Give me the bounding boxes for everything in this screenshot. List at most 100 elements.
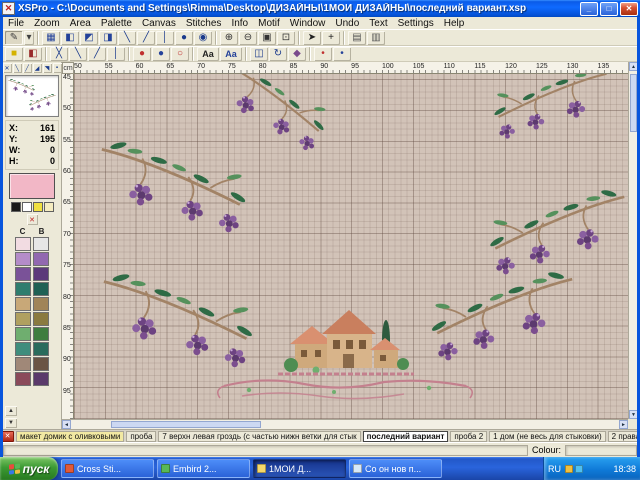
task-button[interactable]: Со он нов п...: [349, 459, 442, 478]
design-canvas[interactable]: [74, 74, 628, 419]
palette-swatch-c[interactable]: [15, 357, 31, 371]
clock[interactable]: 18:38: [613, 464, 636, 474]
backstitch-tool[interactable]: ╲: [118, 31, 136, 45]
palette-swatch-c[interactable]: [15, 282, 31, 296]
menu-item[interactable]: Window: [285, 18, 331, 29]
quarter-stitch-tool[interactable]: ◩: [80, 31, 98, 45]
toolbar-button[interactable]: [309, 47, 311, 61]
motif-preview-box[interactable]: [5, 75, 59, 117]
palette-color-tool[interactable]: ■: [5, 47, 23, 61]
stitch-variant-half-upper[interactable]: ◥: [43, 63, 52, 73]
vertical-scroll-thumb[interactable]: [630, 74, 637, 132]
palette-swatch-c[interactable]: [15, 267, 31, 281]
toolbar-button[interactable]: [298, 31, 300, 45]
palette-swatch-b[interactable]: [33, 282, 49, 296]
stitch-back-tool[interactable]: │: [107, 47, 125, 61]
grid-toggle-tool[interactable]: ▤: [348, 31, 366, 45]
move-tool[interactable]: +: [322, 31, 340, 45]
quick-color-swatch[interactable]: [44, 202, 54, 212]
toolbar-button[interactable]: [343, 31, 345, 45]
menu-item[interactable]: Settings: [393, 18, 439, 29]
menu-item[interactable]: File: [3, 18, 29, 29]
menu-item[interactable]: Undo: [330, 18, 364, 29]
rotate-tool[interactable]: ↻: [269, 47, 287, 61]
stitch-variant-back[interactable]: ╲: [13, 63, 22, 73]
vertical-scrollbar[interactable]: ▲ ▼: [628, 62, 637, 419]
stitch-variant-half-lower[interactable]: ◢: [33, 63, 42, 73]
scroll-left-arrow[interactable]: ◄: [62, 420, 71, 429]
tray-icon[interactable]: [575, 465, 583, 473]
toolbar-button[interactable]: [215, 31, 217, 45]
pencil-dropdown[interactable]: ▾: [24, 31, 34, 45]
text-latin-tool[interactable]: Aa: [197, 47, 219, 61]
palette-swatch-c[interactable]: [15, 327, 31, 341]
full-stitch-tool[interactable]: ▦: [42, 31, 60, 45]
quick-color-swatch[interactable]: [11, 202, 21, 212]
pattern-tab[interactable]: макет домик с оливковыми: [16, 431, 124, 442]
menu-item[interactable]: Help: [439, 18, 470, 29]
no-color-button[interactable]: ✕: [27, 214, 38, 225]
toolbar-button[interactable]: [45, 47, 47, 61]
bead-ring-tool[interactable]: ○: [171, 47, 189, 61]
toolbar-button[interactable]: [37, 31, 39, 45]
palette-swatch-c[interactable]: [15, 237, 31, 251]
palette-swatch-b[interactable]: [33, 372, 49, 386]
motif-library-tool[interactable]: ◆: [288, 47, 306, 61]
palette-swatch-b[interactable]: [33, 327, 49, 341]
dot-blue-tool[interactable]: •: [333, 47, 351, 61]
palette-swatch-c[interactable]: [15, 312, 31, 326]
text-cyrillic-tool[interactable]: Аа: [220, 47, 242, 61]
menu-item[interactable]: Zoom: [29, 18, 65, 29]
language-indicator[interactable]: RU: [548, 464, 561, 474]
tray-icon[interactable]: [565, 465, 573, 473]
palette-swatch-b[interactable]: [33, 252, 49, 266]
stitch-variant-quarter[interactable]: ╱: [23, 63, 32, 73]
start-button[interactable]: пуск: [0, 457, 58, 480]
pattern-tab[interactable]: 2 правая нижн гр: [608, 431, 640, 442]
horizontal-scroll-thumb[interactable]: [111, 421, 261, 428]
pattern-tab[interactable]: 7 верхн левая гроздь (с частью нижн ветк…: [158, 431, 360, 442]
current-color-swatch[interactable]: [9, 173, 55, 199]
palette-scroll-down-button[interactable]: ▼: [5, 418, 17, 428]
palette-swatch-b[interactable]: [33, 267, 49, 281]
menu-item[interactable]: Info: [226, 18, 253, 29]
palette-swatch-b[interactable]: [33, 237, 49, 251]
print-tool[interactable]: ▥: [367, 31, 385, 45]
title-bar[interactable]: ✕ XSPro - C:\Documents and Settings\Rimm…: [0, 0, 640, 17]
zoom-out-tool[interactable]: ⊖: [239, 31, 257, 45]
menu-item[interactable]: Canvas: [137, 18, 181, 29]
pattern-tab[interactable]: последний вариант: [363, 431, 449, 442]
zoom-area-tool[interactable]: ⊡: [277, 31, 295, 45]
pattern-tab[interactable]: проба: [126, 431, 156, 442]
menu-item[interactable]: Palette: [96, 18, 137, 29]
maximize-button[interactable]: □: [600, 2, 618, 16]
palette-swatch-c[interactable]: [15, 372, 31, 386]
backstitch-diagonal-tool[interactable]: ╱: [137, 31, 155, 45]
quick-color-swatch[interactable]: [22, 202, 32, 212]
pencil-tool[interactable]: ✎: [5, 31, 23, 45]
select-arrow-tool[interactable]: ➤: [303, 31, 321, 45]
palette-swatch-b[interactable]: [33, 312, 49, 326]
task-button[interactable]: Embird 2...: [157, 459, 250, 478]
palette-swatch-b[interactable]: [33, 357, 49, 371]
menu-item[interactable]: Area: [65, 18, 96, 29]
dot-red-tool[interactable]: •: [314, 47, 332, 61]
toolbar-button[interactable]: [128, 47, 130, 61]
stitch-half-tool[interactable]: ╲: [69, 47, 87, 61]
quick-color-swatch[interactable]: [33, 202, 43, 212]
palette-swatch-b[interactable]: [33, 342, 49, 356]
minimize-button[interactable]: _: [580, 2, 598, 16]
menu-item[interactable]: Stitches: [181, 18, 227, 29]
toolbar-button[interactable]: [245, 47, 247, 61]
stitch-variant-dot[interactable]: ▪: [53, 63, 62, 73]
bead-tool[interactable]: ◉: [194, 31, 212, 45]
knot-red-tool[interactable]: ●: [133, 47, 151, 61]
scroll-right-arrow[interactable]: ►: [619, 420, 628, 429]
stitch-variant-cross[interactable]: ✕: [3, 63, 12, 73]
stitch-cross-tool[interactable]: ╳: [50, 47, 68, 61]
task-button[interactable]: 1МОИ Д...: [253, 459, 346, 478]
french-knot-tool[interactable]: ●: [175, 31, 193, 45]
close-button[interactable]: ✕: [620, 2, 638, 16]
palette-swatch-c[interactable]: [15, 342, 31, 356]
horizontal-scrollbar[interactable]: ◄ ►: [62, 419, 628, 429]
